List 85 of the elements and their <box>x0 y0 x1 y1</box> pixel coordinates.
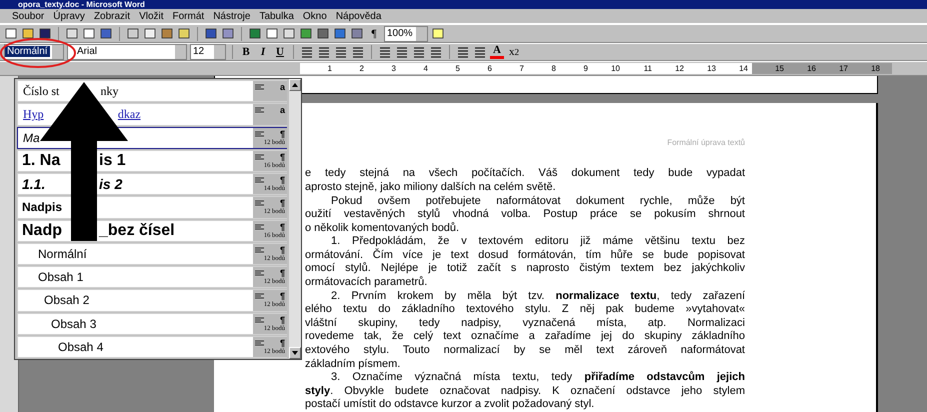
text-line: extového stylu. Touto normalizací by se měl text zároveň naformátovat <box>305 344 745 358</box>
text-line: omocí stylů. Nejlépe je totiž začít s naprosto čistým textem bez jakýchkoliv <box>305 262 745 276</box>
text-line: ormátování. Čím více je text dosud formátován, tím hůře se bude popisovat <box>305 248 745 262</box>
text-line: 1. Předpokládám, že v textovém editoru již máme většinu textu bez <box>331 235 745 248</box>
align-icon <box>255 293 264 300</box>
scroll-up-icon[interactable] <box>292 83 298 87</box>
text-line: oužití vestavěných stylů vhodná volba. Postup práce se pokusím shrnout <box>305 208 745 222</box>
style-type-mark: ¶ <box>280 175 285 185</box>
ruler-number: 8 <box>550 64 556 74</box>
style-type-mark: ¶ <box>280 314 285 324</box>
style-type-mark: a <box>280 105 285 116</box>
text-line: 3. Označíme význačná místa textu, tedy přiřadíme odstavcům jejich <box>331 371 745 385</box>
ruler-number: 7 <box>518 64 524 74</box>
style-type-mark: ¶ <box>280 268 285 278</box>
ruler-number: 3 <box>390 64 396 74</box>
text-line: 2. Prvním krokem by měla být tzv. normalizace textu, tedy zařazení <box>331 290 745 304</box>
align-icon <box>255 270 264 276</box>
ruler-number: 15 <box>774 64 784 74</box>
align-icon <box>255 84 264 90</box>
ruler-number: 13 <box>706 64 716 74</box>
font-field[interactable]: Arial <box>67 44 187 60</box>
italic-button[interactable]: I <box>256 44 270 59</box>
style-type-mark: ¶ <box>280 198 285 208</box>
align-icon <box>255 154 264 160</box>
font-size-field[interactable]: 12 <box>190 44 226 60</box>
style-type-mark: ¶ <box>280 244 285 255</box>
ruler-number: 4 <box>422 64 428 74</box>
scrollbar[interactable] <box>289 79 301 359</box>
text-line: ormátovacích parametrů. <box>305 276 428 290</box>
align-icon <box>255 130 264 136</box>
text-line: elého textu do základního textového stylu. Z něj pak budeme »vytahovat« <box>305 303 745 317</box>
text-line: vláštní skupiny, tedy nadpisy, vyznačená místa, atp. Normalizaci <box>305 316 745 330</box>
style-item[interactable]: Číslo st nky a <box>17 80 287 102</box>
menu-item[interactable]: Vložit <box>139 10 164 22</box>
ruler-number: 12 <box>674 64 684 74</box>
scroll-down-icon[interactable] <box>292 351 298 355</box>
menu-item[interactable]: Nástroje <box>213 10 250 22</box>
ruler-number: 5 <box>454 64 460 74</box>
text-line: styly. Obvykle budete označovat nadpisy. K označení odstavce jeho stylem <box>305 384 745 398</box>
ruler-number: 10 <box>610 64 620 74</box>
style-type-mark: ¶ <box>280 152 285 162</box>
ruler-number: 16 <box>806 64 816 74</box>
ruler-number: 6 <box>486 64 492 74</box>
style-type-mark: ¶ <box>280 128 285 138</box>
zoom-field[interactable]: 100% <box>384 26 428 42</box>
page-header: Formální úprava textů <box>666 138 745 148</box>
text-line: e tedy stejná na všech počítačích. Váš dokument tedy bude vypadat <box>305 167 745 181</box>
style-type-mark: ¶ <box>280 222 285 232</box>
menu-item[interactable]: Zobrazit <box>94 10 130 22</box>
ruler-number: 18 <box>870 64 880 74</box>
ruler-number: 2 <box>358 64 364 74</box>
text-line: základním písmem. <box>305 358 402 372</box>
font-color-button[interactable]: A <box>490 44 504 59</box>
text-line: postačí umístit do odstavce kurzor a zvolit požadovaný styl. <box>305 398 596 412</box>
ruler-number: 9 <box>582 64 588 74</box>
align-icon <box>255 107 264 114</box>
style-type-mark: a <box>280 82 285 92</box>
text-line: aprosto stejně, jako miliony dalších na celém světě. <box>305 180 557 194</box>
align-icon <box>255 340 264 346</box>
menu-item[interactable]: Soubor <box>12 10 44 22</box>
style-field[interactable]: Normální <box>4 44 64 60</box>
align-icon <box>255 177 264 183</box>
menu-item[interactable]: Nápověda <box>336 10 382 22</box>
align-icon <box>255 316 264 322</box>
align-icon <box>255 224 264 230</box>
show-formatting-button[interactable]: ¶ <box>367 26 381 40</box>
ruler-number: 14 <box>738 64 748 74</box>
text-line: rovedeme tak, že celý text označíme a zařadíme jej do skupiny základního <box>305 330 745 344</box>
ruler-number: 17 <box>838 64 848 74</box>
style-type-mark: ¶ <box>280 291 285 302</box>
align-icon <box>255 200 264 206</box>
bold-button[interactable]: B <box>239 44 253 59</box>
window-title: opora_texty.doc - Microsoft Word <box>0 0 927 9</box>
text-line: Pokud ovšem potřebujete naformátovat dokument rychle, může být <box>331 194 745 208</box>
align-icon <box>255 246 264 253</box>
text-line: o několik komentovaných bodů. <box>305 222 460 236</box>
menu-item[interactable]: Tabulka <box>259 10 294 22</box>
underline-button[interactable]: U <box>273 44 287 59</box>
ruler-number: 1 <box>326 64 332 74</box>
ruler-number: 11 <box>642 64 652 74</box>
style-type-mark: ¶ <box>280 338 285 348</box>
menu-item[interactable]: Formát <box>172 10 204 22</box>
align-left-icon[interactable] <box>300 46 314 58</box>
menu-item[interactable]: Úpravy <box>53 10 85 22</box>
menu-item[interactable]: Okno <box>302 10 327 22</box>
